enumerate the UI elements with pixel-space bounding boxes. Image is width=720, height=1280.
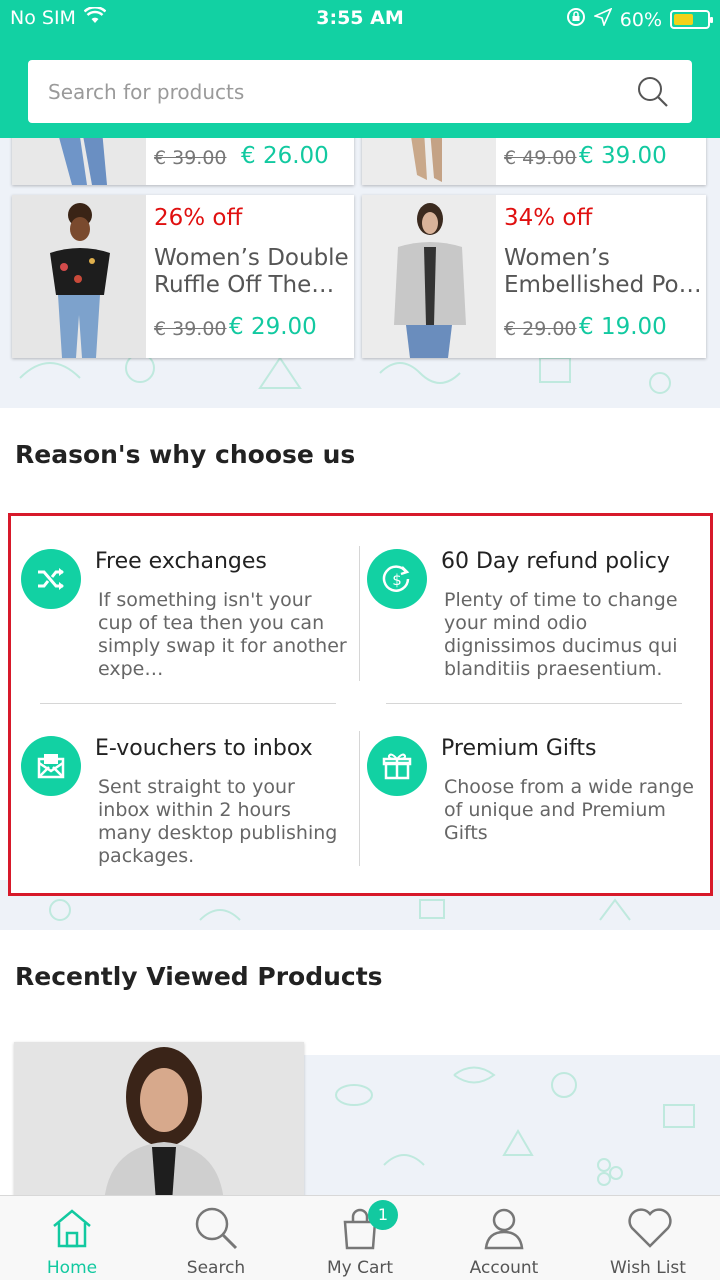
refund-icon: $ — [367, 549, 427, 609]
product-name: Women’s Embellished Po… — [504, 245, 702, 298]
envelope-icon — [21, 736, 81, 796]
product-image — [12, 195, 146, 358]
product-image — [362, 195, 496, 358]
tab-label: Home — [46, 1258, 98, 1278]
divider — [359, 546, 360, 681]
old-price: € 29.00 — [504, 318, 577, 340]
rotation-lock-icon — [566, 7, 586, 32]
tab-label: My Cart — [326, 1258, 394, 1278]
app-header: No SIM 3:55 AM 60% Search for products — [0, 0, 720, 138]
product-image — [12, 130, 146, 185]
tab-home[interactable]: Home — [0, 1196, 144, 1280]
search-icon — [194, 1206, 238, 1250]
product-image — [14, 1042, 304, 1202]
heart-icon — [626, 1206, 672, 1250]
reason-title: 60 Day refund policy — [441, 549, 670, 574]
old-price: € 39.00 — [154, 318, 227, 340]
old-price: € 49.00 — [504, 147, 577, 169]
background-pattern — [304, 1055, 720, 1195]
divider — [359, 731, 360, 866]
battery-percent: 60% — [619, 8, 662, 31]
shuffle-icon — [21, 549, 81, 609]
battery-icon — [670, 10, 713, 29]
product-image — [362, 130, 496, 185]
product-card[interactable]: 34% off Women’s Embellished Po… € 29.00 … — [362, 195, 706, 358]
reason-title: Premium Gifts — [441, 736, 597, 761]
discount-badge: 34% off — [504, 205, 593, 231]
reason-title: Free exchanges — [95, 549, 267, 574]
new-price: € 39.00 — [579, 143, 667, 169]
status-bar: No SIM 3:55 AM 60% — [0, 0, 720, 38]
tab-cart[interactable]: My Cart — [288, 1196, 432, 1280]
new-price: € 26.00 — [241, 143, 329, 169]
reasons-panel: Free exchanges If something isn't your c… — [8, 513, 713, 896]
product-card[interactable]: 26% off Women’s Double Ruffle Off The… €… — [12, 195, 354, 358]
reason-description: Plenty of time to change your mind odio … — [444, 589, 678, 680]
divider — [40, 703, 336, 704]
product-name: Women’s Double Ruffle Off The… — [154, 245, 349, 298]
divider — [386, 703, 682, 704]
reason-description: Choose from a wide range of unique and P… — [444, 776, 694, 844]
cart-count-badge: 1 — [368, 1200, 398, 1230]
discount-badge: 26% off — [154, 205, 243, 231]
tab-wishlist[interactable]: Wish List — [576, 1196, 720, 1280]
product-card[interactable]: € 49.00 € 39.00 — [362, 130, 706, 185]
location-icon — [592, 7, 613, 31]
old-price: € 39.00 — [154, 147, 227, 169]
product-card[interactable]: € 39.00 € 26.00 — [12, 130, 354, 185]
gift-icon — [367, 736, 427, 796]
recent-product-card[interactable] — [14, 1042, 304, 1202]
reason-description: Sent straight to your inbox within 2 hou… — [98, 776, 338, 867]
search-placeholder: Search for products — [48, 80, 245, 104]
reason-title: E-vouchers to inbox — [95, 736, 313, 761]
tab-account[interactable]: Account — [432, 1196, 576, 1280]
reason-description: If something isn't your cup of tea then … — [98, 589, 347, 680]
account-icon — [482, 1206, 526, 1250]
bottom-tab-bar: Home Search My Cart Account Wish List — [0, 1195, 720, 1280]
home-icon — [50, 1206, 94, 1250]
reasons-heading: Reason's why choose us — [15, 440, 356, 469]
search-icon[interactable] — [636, 75, 670, 113]
search-bar[interactable]: Search for products — [28, 60, 692, 123]
new-price: € 29.00 — [229, 314, 317, 340]
recent-heading: Recently Viewed Products — [15, 962, 383, 991]
new-price: € 19.00 — [579, 314, 667, 340]
tab-label: Wish List — [610, 1258, 686, 1278]
tab-label: Search — [186, 1258, 246, 1278]
svg-text:$: $ — [392, 571, 402, 589]
tab-label: Account — [469, 1258, 539, 1278]
tab-search[interactable]: Search — [144, 1196, 288, 1280]
